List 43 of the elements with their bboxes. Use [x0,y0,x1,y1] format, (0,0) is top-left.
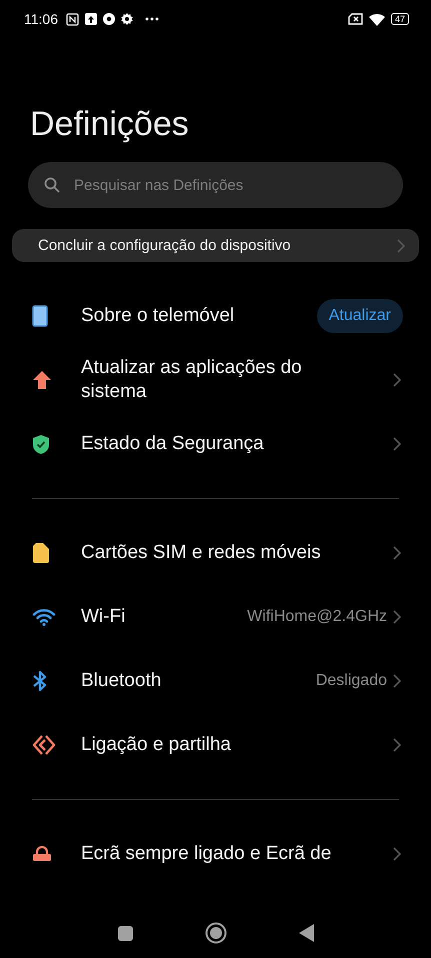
page-title: Definições [30,104,190,144]
back-icon[interactable] [298,924,314,942]
arrow-up-icon [32,370,52,390]
settings-item[interactable]: Wi-Fi WifiHome@2.4GHz [0,585,431,649]
item-label: Atualizar as aplicações do sistema [81,356,303,404]
lock-icon [32,846,52,862]
item-label: Ecrã sempre ligado e Ecrã de [81,842,332,866]
item-label: Estado da Segurança [81,432,265,456]
settings-item[interactable]: Ligação e partilha [0,713,431,777]
settings-icon [121,13,133,25]
status-time: 11:06 [24,11,58,27]
settings-item[interactable]: Atualizar as aplicações do sistema [0,348,431,412]
update-button[interactable]: Atualizar [316,299,403,333]
home-icon[interactable] [204,922,226,944]
wifi-icon [32,608,56,626]
chevron-icon [397,238,405,252]
settings-item[interactable]: Cartões SIM e redes móveis [0,521,431,585]
settings-item[interactable]: Estado da Segurança [0,412,431,476]
item-label: Sobre o telemóvel [81,304,236,328]
settings-item[interactable]: Bluetooth Desligado [0,649,431,713]
no-sim-icon [348,13,363,25]
phone-icon [32,305,48,327]
settings-item[interactable]: Sobre o telemóvel Atualizar [0,284,431,348]
wifi-signal-icon [368,12,385,26]
more-icon [145,17,159,21]
item-label: Wi-Fi [81,605,126,629]
battery-level: 47 [390,13,409,25]
upload-icon [85,13,97,25]
recents-icon[interactable] [118,926,132,940]
shield-check-icon [32,434,50,454]
item-value: Desligado [316,672,387,690]
bluetooth-icon [32,670,48,692]
settings-item[interactable]: Ecrã sempre ligado e Ecrã de [0,822,431,886]
item-label: Ligação e partilha [81,733,232,757]
browser-icon [103,13,115,25]
item-value: WifiHome@2.4GHz [247,608,387,626]
nfc-icon [66,12,79,26]
connection-icon [32,734,56,756]
item-label: Bluetooth [81,669,162,693]
setup-card[interactable]: Concluir a configuração do dispositivo [12,229,419,262]
search-field[interactable]: Pesquisar nas Definições [28,162,403,208]
sim-card-icon [32,542,50,564]
item-label: Cartões SIM e redes móveis [81,541,322,565]
